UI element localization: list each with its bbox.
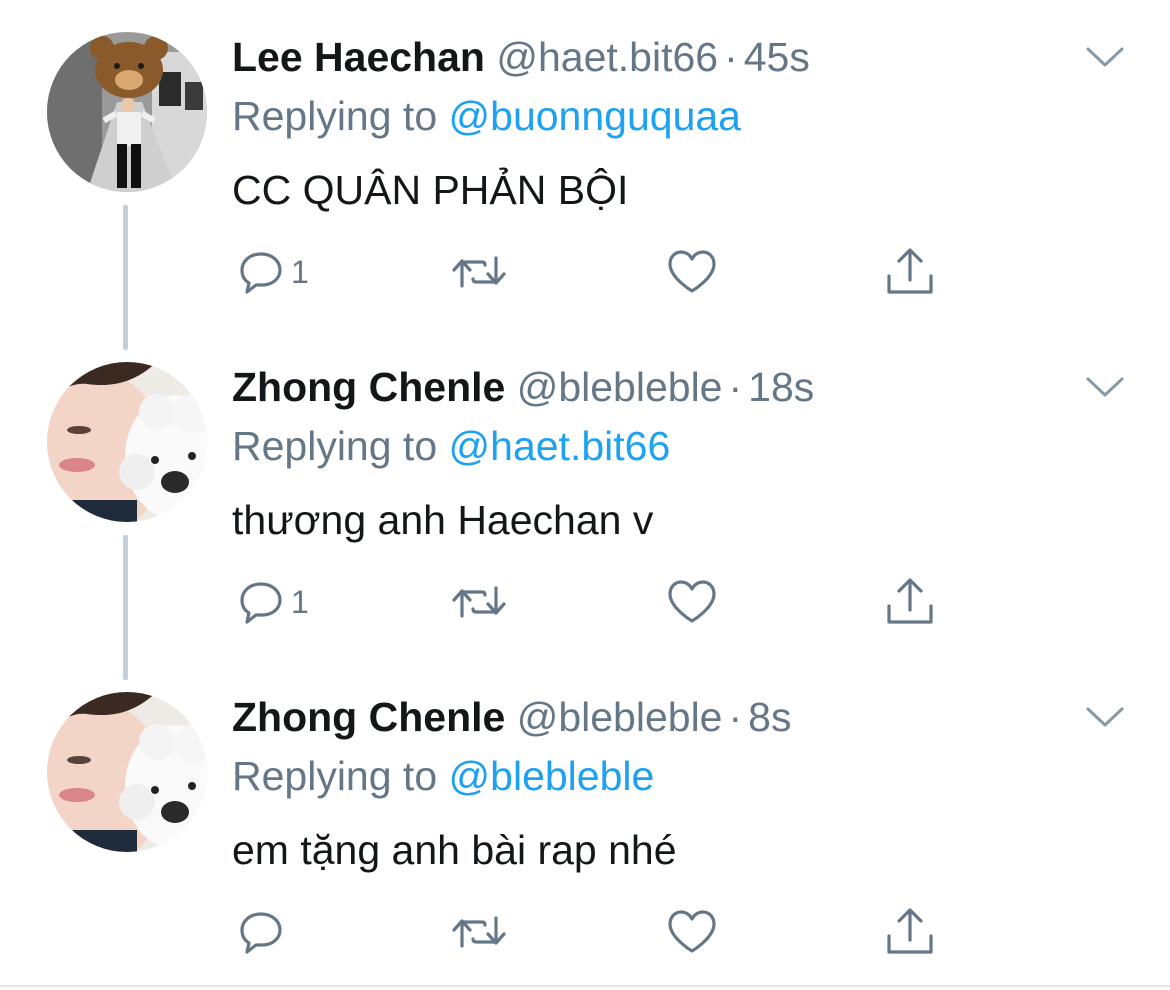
action-bar: 1 [232,242,952,302]
share-icon [884,246,936,298]
reply-mention-link[interactable]: @blebleble [449,753,655,799]
avatar[interactable] [47,692,207,852]
chevron-down-icon[interactable] [1085,704,1125,730]
retweet-icon [450,248,508,296]
heart-icon [666,248,718,296]
action-bar [232,902,952,962]
display-name[interactable]: Zhong Chenle [232,694,505,740]
display-name[interactable]: Lee Haechan [232,34,485,80]
tweet[interactable]: Zhong Chenle @blebleble · 8s Replying to @… [0,660,1170,990]
retweet-icon [450,578,508,626]
tweet-header: Lee Haechan @haet.bit66 · 45s [232,34,810,80]
tweet-header: Zhong Chenle @blebleble · 18s [232,364,814,410]
reply-mention-link[interactable]: @haet.bit66 [449,423,671,469]
replying-to-label: Replying to [232,93,438,139]
tweet[interactable]: Lee Haechan @haet.bit66 · 45s Replying to … [0,0,1170,330]
separator-dot: · [728,694,743,740]
heart-icon [666,908,718,956]
avatar[interactable] [47,362,207,522]
display-name[interactable]: Zhong Chenle [232,364,505,410]
user-handle[interactable]: @haet.bit66 [496,34,718,80]
heart-icon [666,578,718,626]
tweet-text: em tặng anh bài rap nhé [232,827,677,873]
avatar[interactable] [47,32,207,192]
replying-to: Replying to @haet.bit66 [232,422,670,470]
share-button[interactable] [884,902,936,962]
user-handle[interactable]: @blebleble [517,364,723,410]
separator-dot: · [724,34,738,80]
reply-icon [237,578,285,626]
like-button[interactable] [666,242,718,302]
like-button[interactable] [666,572,718,632]
reply-mention-link[interactable]: @buonnguquaa [449,93,741,139]
timestamp[interactable]: 45s [744,34,810,80]
share-icon [884,906,936,958]
timestamp[interactable]: 18s [748,364,814,410]
tweet-text: CC QUÂN PHẢN BỘI [232,167,629,213]
reply-button[interactable] [237,902,291,962]
share-button[interactable] [884,572,936,632]
replying-to-label: Replying to [232,423,438,469]
tweet-header: Zhong Chenle @blebleble · 8s [232,694,791,740]
separator-dot: · [728,364,743,410]
tweet[interactable]: Zhong Chenle @blebleble · 18s Replying to … [0,330,1170,660]
tweet-text: thương anh Haechan v [232,497,654,543]
replying-to: Replying to @buonnguquaa [232,92,741,140]
reply-count: 1 [291,253,309,290]
chevron-down-icon[interactable] [1085,44,1125,70]
reply-count: 1 [291,583,309,620]
user-handle[interactable]: @blebleble [517,694,723,740]
replying-to-label: Replying to [232,753,438,799]
action-bar: 1 [232,572,952,632]
reply-icon [237,908,285,956]
share-icon [884,576,936,628]
retweet-icon [450,908,508,956]
reply-icon [237,248,285,296]
retweet-button[interactable] [450,572,508,632]
chevron-down-icon[interactable] [1085,374,1125,400]
retweet-button[interactable] [450,902,508,962]
divider [0,985,1170,987]
retweet-button[interactable] [450,242,508,302]
timestamp[interactable]: 8s [748,694,791,740]
share-button[interactable] [884,242,936,302]
reply-button[interactable]: 1 [237,572,309,632]
like-button[interactable] [666,902,718,962]
reply-button[interactable]: 1 [237,242,309,302]
replying-to: Replying to @blebleble [232,752,654,800]
